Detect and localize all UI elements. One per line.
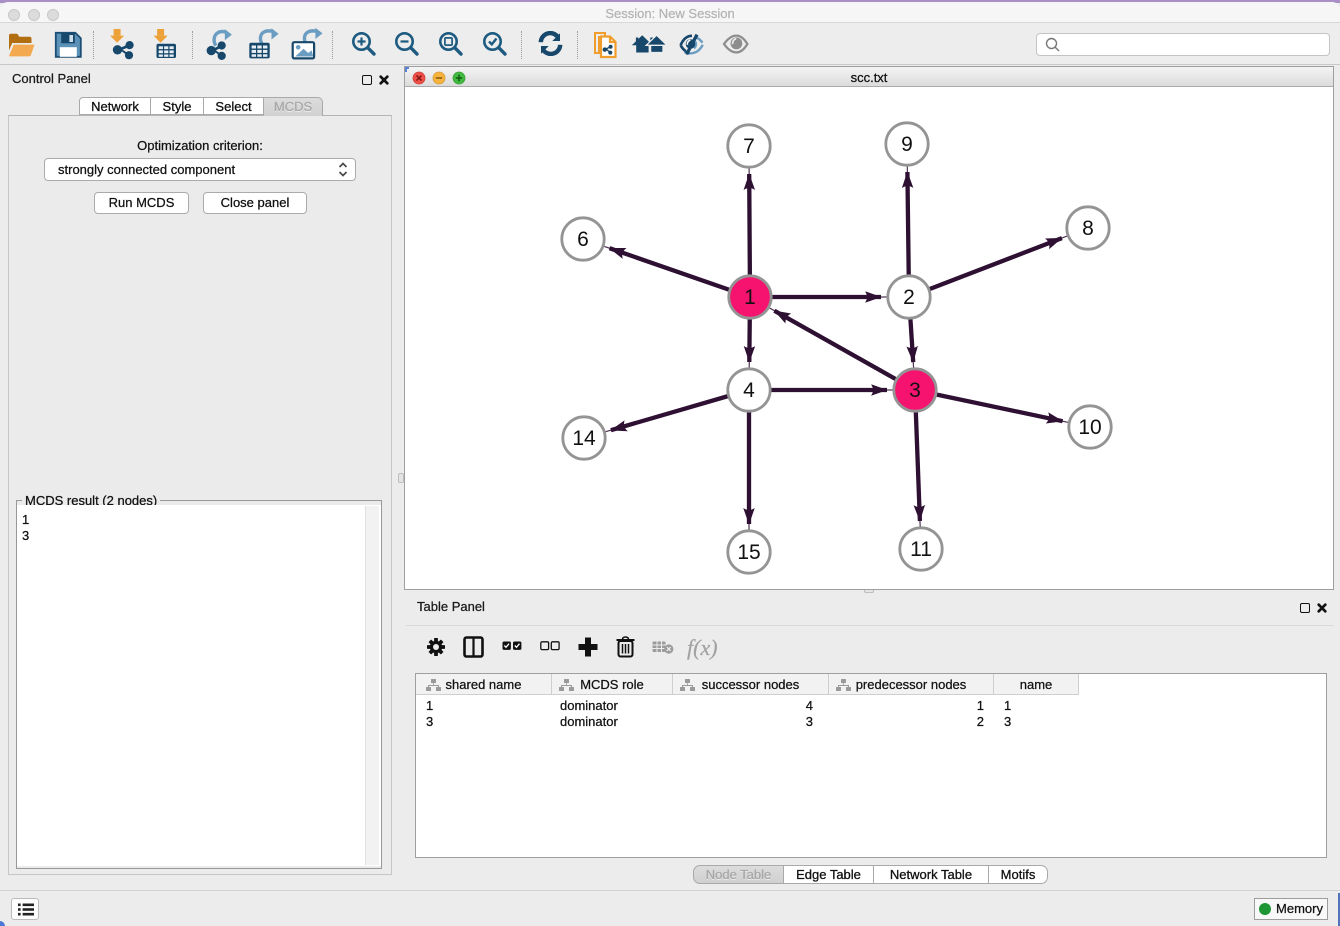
svg-text:1: 1 [744,286,756,309]
svg-text:7: 7 [743,135,755,158]
svg-text:11: 11 [910,538,932,561]
svg-text:9: 9 [901,133,913,156]
svg-text:14: 14 [572,427,596,450]
svg-text:6: 6 [577,228,589,251]
svg-text:10: 10 [1078,416,1101,439]
svg-text:8: 8 [1082,217,1094,240]
svg-text:3: 3 [909,379,921,402]
svg-text:15: 15 [737,541,760,564]
svg-text:2: 2 [903,286,915,309]
svg-text:4: 4 [743,379,755,402]
